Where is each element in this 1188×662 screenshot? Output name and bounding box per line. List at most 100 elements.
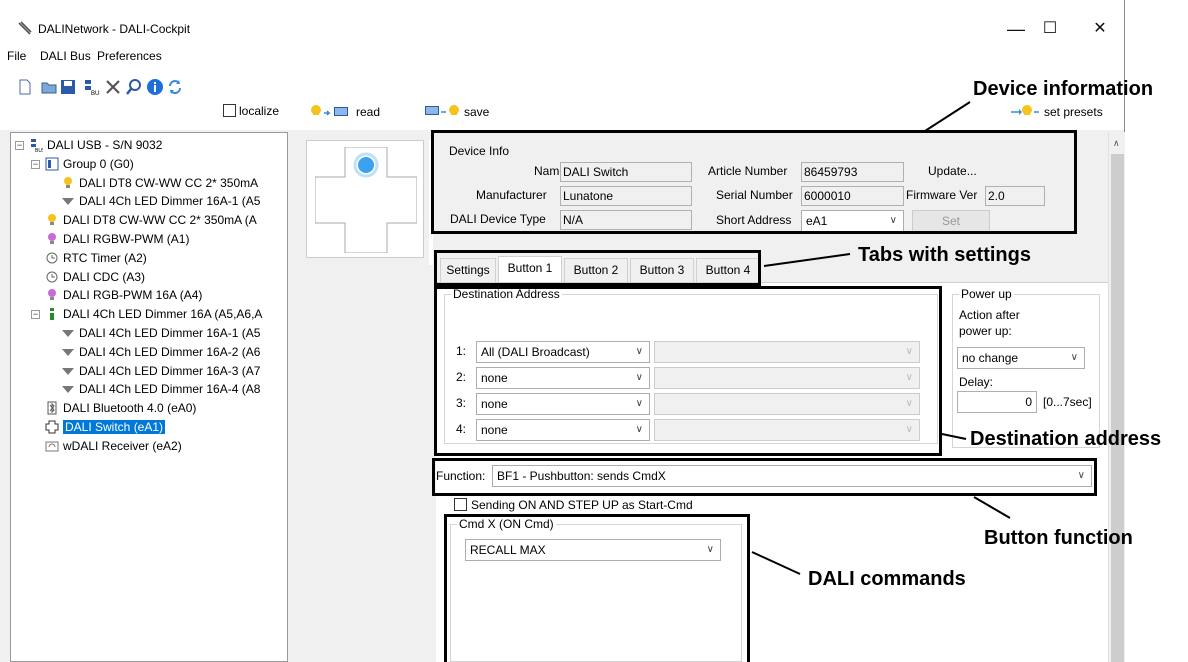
lamp-icon (61, 382, 75, 396)
tree-node-label: DALI 4Ch LED Dimmer 16A (A5,A6,A (63, 307, 263, 322)
delay-unit-label: [0...7sec] (1043, 395, 1092, 409)
update-link[interactable]: Update... (928, 164, 977, 178)
panel-divider (429, 140, 433, 265)
cmd-x-select[interactable]: RECALL MAX ∨ (465, 539, 721, 561)
tree-node[interactable]: DALI DT8 CW-WW CC 2* 350mA (A (45, 212, 257, 229)
menu-file[interactable]: File (7, 49, 26, 63)
tree-node[interactable]: DALI 4Ch LED Dimmer 16A-1 (A5 (61, 193, 260, 210)
tree-node[interactable]: DALI Bluetooth 4.0 (eA0) (45, 400, 196, 417)
tree-node[interactable]: DALI RGB-PWM 16A (A4) (45, 287, 202, 304)
maximize-button[interactable]: ☐ (1027, 14, 1073, 44)
tree-expander-icon[interactable]: − (31, 159, 40, 169)
scrollbar-thumb[interactable] (1111, 154, 1124, 662)
tree-node[interactable]: DALI 4Ch LED Dimmer 16A-2 (A6 (61, 344, 260, 361)
set-presets-label[interactable]: set presets (1044, 105, 1103, 119)
tree-node[interactable]: DALI 4Ch LED Dimmer 16A-3 (A7 (61, 363, 260, 380)
firmware-field[interactable]: 2.0 (985, 186, 1045, 206)
rgb-bulb-icon (45, 232, 59, 246)
window-title: DALINetwork - DALI-Cockpit (38, 22, 191, 36)
function-value: BF1 - Pushbutton: sends CmdX (497, 469, 666, 483)
bulb-icon (45, 213, 59, 227)
tree-node[interactable]: DALI DT8 CW-WW CC 2* 350mA (61, 175, 258, 192)
tree-node[interactable]: DALI CDC (A3) (45, 269, 145, 286)
function-label: Function: (436, 469, 486, 483)
save-disk-icon[interactable] (59, 78, 77, 96)
tab-button-4[interactable]: Button 4 (696, 258, 760, 282)
tree-node[interactable]: DALI 4Ch LED Dimmer 16A-4 (A8 (61, 381, 260, 398)
power-up-group: Power up Action after power up: no chang… (952, 287, 1100, 448)
tab-button-3[interactable]: Button 3 (630, 258, 694, 282)
annotation-device-information: Device information (973, 78, 1154, 100)
delay-label: Delay: (959, 375, 994, 389)
article-number-label: Article Number (708, 164, 788, 178)
delay-field[interactable]: 0 (957, 391, 1037, 413)
chevron-down-icon: ∨ (905, 346, 913, 357)
tree-node[interactable]: wDALI Receiver (eA2) (45, 438, 182, 455)
short-address-value: eA1 (806, 214, 828, 228)
destination-address-select[interactable]: All (DALI Broadcast) ∨ (476, 341, 650, 363)
destination-secondary-select[interactable]: ∨ (654, 367, 920, 389)
read-icon[interactable] (310, 103, 350, 121)
destination-secondary-select[interactable]: ∨ (654, 419, 920, 441)
tree-node-label: DALI 4Ch LED Dimmer 16A-1 (A5 (79, 194, 261, 209)
refresh-icon[interactable] (166, 78, 184, 96)
tree-node[interactable]: DALI 4Ch LED Dimmer 16A (A5,A6,A (45, 306, 262, 323)
chevron-down-icon: ∨ (889, 215, 897, 226)
bus-icon[interactable]: BUS (82, 78, 100, 96)
chevron-down-icon: ∨ (905, 372, 913, 383)
tree-node[interactable]: BUS DALI USB - S/N 9032 (29, 137, 162, 154)
function-select[interactable]: BF1 - Pushbutton: sends CmdX ∨ (492, 465, 1092, 487)
destination-address-select[interactable]: none ∨ (476, 419, 650, 441)
new-file-icon[interactable] (16, 78, 34, 96)
search-icon[interactable] (125, 78, 143, 96)
tree-node-label: DALI Switch (eA1) (63, 420, 166, 434)
lamp-icon (61, 364, 75, 378)
destination-address-select[interactable]: none ∨ (476, 393, 650, 415)
destination-address-select[interactable]: none ∨ (476, 367, 650, 389)
scroll-up-icon[interactable]: ∧ (1113, 138, 1120, 149)
set-presets-icon[interactable] (1010, 104, 1040, 120)
close-button[interactable]: ✕ (1077, 14, 1123, 44)
localize-checkbox[interactable] (223, 104, 236, 117)
tree-node-label: DALI 4Ch LED Dimmer 16A-4 (A8 (79, 382, 261, 397)
name-field[interactable]: DALI Switch (560, 162, 692, 182)
destination-secondary-select[interactable]: ∨ (654, 393, 920, 415)
short-address-select[interactable]: eA1 ∨ (801, 210, 904, 232)
sending-on-checkbox[interactable] (454, 498, 467, 511)
device-info-group: Device Info Name DALI Switch Manufacture… (440, 142, 1068, 232)
menu-preferences[interactable]: Preferences (97, 49, 162, 63)
manufacturer-field[interactable]: Lunatone (560, 186, 692, 206)
tab-button-1[interactable]: Button 1 (498, 256, 562, 282)
tools-icon[interactable] (104, 78, 122, 96)
vertical-scrollbar[interactable]: ∧ (1108, 132, 1125, 662)
destination-address-title: Destination Address (451, 287, 562, 301)
destination-secondary-select[interactable]: ∨ (654, 341, 920, 363)
tree-node[interactable]: RTC Timer (A2) (45, 250, 147, 267)
tree-node-label: wDALI Receiver (eA2) (63, 438, 182, 453)
dali-network-icon (18, 21, 32, 35)
article-number-field[interactable]: 86459793 (801, 162, 904, 182)
info-icon[interactable] (146, 78, 164, 96)
tree-expander-icon[interactable]: − (15, 141, 24, 150)
menu-dali-bus[interactable]: DALI Bus (40, 49, 91, 63)
tree-node[interactable]: DALI 4Ch LED Dimmer 16A-1 (A5 (61, 325, 260, 342)
set-button[interactable]: Set (912, 210, 990, 232)
open-folder-icon[interactable] (40, 78, 58, 96)
serial-number-label: Serial Number (716, 188, 793, 202)
cmd-x-group: Cmd X (ON Cmd) RECALL MAX ∨ (450, 517, 742, 662)
power-up-title: Power up (959, 287, 1014, 301)
annotation-tabs: Tabs with settings (858, 244, 1031, 266)
save-to-bus-icon[interactable] (424, 103, 462, 121)
read-label[interactable]: read (356, 105, 380, 119)
tree-node[interactable]: DALI Switch (eA1) (45, 419, 166, 436)
tree-expander-icon[interactable]: − (31, 310, 40, 320)
lamp-icon (61, 194, 75, 208)
tab-button-2[interactable]: Button 2 (564, 258, 628, 282)
tree-node[interactable]: DALI RGBW-PWM (A1) (45, 231, 189, 248)
tree-node[interactable]: Group 0 (G0) (45, 156, 134, 173)
save-label[interactable]: save (464, 105, 489, 119)
serial-number-field[interactable]: 6000010 (801, 186, 904, 206)
power-up-action-select[interactable]: no change ∨ (957, 347, 1085, 369)
device-type-field[interactable]: N/A (560, 210, 692, 230)
tab-settings[interactable]: Settings (440, 258, 496, 282)
